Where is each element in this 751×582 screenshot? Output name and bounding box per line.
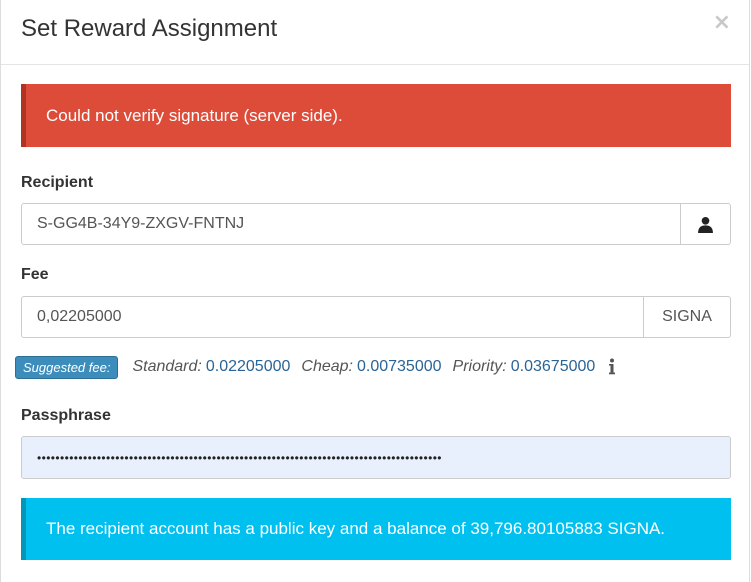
modal-dialog: Set Reward Assignment × Could not verify… bbox=[0, 0, 750, 582]
error-alert: Could not verify signature (server side)… bbox=[21, 84, 731, 147]
modal-header: Set Reward Assignment × bbox=[1, 0, 749, 65]
modal-title: Set Reward Assignment bbox=[21, 15, 278, 42]
standard-fee-label: Standard: bbox=[132, 358, 202, 375]
fee-label: Fee bbox=[21, 266, 49, 283]
suggested-fee-badge[interactable]: Suggested fee: bbox=[15, 355, 119, 379]
recipient-input-group: S-GG4B-34Y9-ZXGV-FNTNJ bbox=[21, 203, 731, 245]
user-icon bbox=[698, 216, 713, 233]
info-alert: The recipient account has a public key a… bbox=[21, 498, 731, 560]
fee-input-group: 0,02205000 SIGNA bbox=[21, 296, 731, 338]
recipient-contacts-button[interactable] bbox=[681, 203, 731, 245]
fee-unit: SIGNA bbox=[644, 296, 731, 338]
cheap-fee-link[interactable]: 0.00735000 bbox=[357, 358, 442, 376]
info-alert-text: The recipient account has a public key a… bbox=[46, 519, 666, 538]
suggested-fee-row: Suggested fee: Standard: 0.02205000 Chea… bbox=[15, 355, 616, 379]
standard-fee-link[interactable]: 0.02205000 bbox=[206, 358, 291, 376]
recipient-label: Recipient bbox=[21, 174, 94, 191]
passphrase-input[interactable]: ••••••••••••••••••••••••••••••••••••••••… bbox=[21, 436, 731, 479]
recipient-input[interactable]: S-GG4B-34Y9-ZXGV-FNTNJ bbox=[21, 203, 681, 245]
cheap-fee-label: Cheap: bbox=[301, 358, 353, 375]
info-icon[interactable] bbox=[608, 358, 616, 376]
priority-fee-label: Priority: bbox=[452, 358, 507, 375]
close-button[interactable]: × bbox=[713, 10, 731, 35]
priority-fee-link[interactable]: 0.03675000 bbox=[511, 358, 596, 376]
fee-input[interactable]: 0,02205000 bbox=[21, 296, 644, 338]
passphrase-label: Passphrase bbox=[21, 407, 111, 424]
error-alert-text: Could not verify signature (server side)… bbox=[46, 105, 343, 125]
